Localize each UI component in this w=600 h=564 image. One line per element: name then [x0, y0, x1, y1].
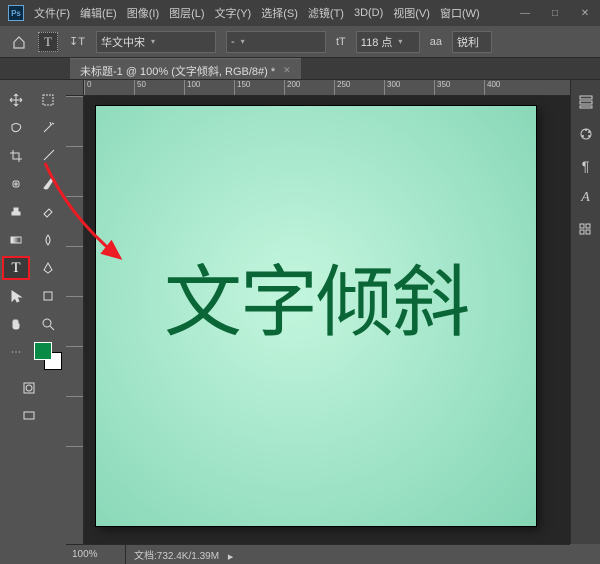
close-button[interactable]: ✕	[570, 0, 600, 26]
font-size-value: 118 点	[361, 34, 393, 50]
move-tool[interactable]	[2, 88, 30, 112]
ruler-tick: 250	[334, 80, 384, 95]
text-layer[interactable]: 文字倾斜	[164, 240, 468, 352]
screen-mode-tool[interactable]	[15, 404, 43, 428]
maximize-button[interactable]: □	[540, 0, 570, 26]
anti-alias-dropdown[interactable]: 锐利	[452, 31, 492, 53]
magic-wand-tool[interactable]	[34, 116, 62, 140]
eyedropper-tool[interactable]	[34, 144, 62, 168]
type-tool[interactable]: T	[2, 256, 30, 280]
menu-window[interactable]: 窗口(W)	[440, 5, 480, 21]
ruler-tick: 150	[234, 80, 284, 95]
chevron-down-icon: ▾	[398, 37, 402, 46]
ruler-tick: 400	[484, 80, 534, 95]
minimize-button[interactable]: —	[510, 0, 540, 26]
menu-view[interactable]: 视图(V)	[393, 5, 430, 21]
ruler-tick: 300	[384, 80, 434, 95]
pen-tool[interactable]	[34, 256, 62, 280]
ruler-origin	[66, 80, 84, 96]
document-tab-title: 未标题-1 @ 100% (文字倾斜, RGB/8#) *	[80, 63, 275, 79]
ruler-tick: 50	[134, 80, 184, 95]
zoom-level[interactable]: 100%	[66, 545, 126, 564]
swatches-panel-icon[interactable]	[576, 220, 596, 240]
type-tool-preset[interactable]: T	[38, 32, 58, 52]
toolbox: T ⋯	[0, 80, 66, 544]
canvas-area: 0 50 100 150 200 250 300 350 400 文字倾斜	[66, 80, 570, 544]
edit-toolbar[interactable]: ⋯	[2, 340, 30, 364]
font-family-dropdown[interactable]: 华文中宋 ▾	[96, 31, 216, 53]
lasso-tool[interactable]	[2, 116, 30, 140]
menu-filter[interactable]: 滤镜(T)	[308, 5, 344, 21]
menu-layer[interactable]: 图层(L)	[169, 5, 204, 21]
status-bar: 100% 文档:732.4K/1.39M ▶	[66, 544, 570, 564]
font-style-value: -	[231, 36, 235, 48]
color-swatches[interactable]	[34, 342, 62, 370]
vertical-ruler[interactable]	[66, 96, 84, 544]
toggle-orientation-icon[interactable]: ↧T	[68, 33, 86, 51]
window-controls: — □ ✕	[510, 0, 600, 26]
font-style-dropdown[interactable]: - ▾	[226, 31, 326, 53]
hand-tool[interactable]	[2, 312, 30, 336]
anti-alias-label: aa	[430, 36, 442, 48]
doc-info-label: 文档:	[134, 551, 157, 562]
healing-tool[interactable]	[2, 172, 30, 196]
ruler-tick: 0	[84, 80, 134, 95]
menu-image[interactable]: 图像(I)	[127, 5, 159, 21]
font-size-icon: tT	[336, 36, 346, 48]
path-select-tool[interactable]	[2, 284, 30, 308]
menu-type[interactable]: 文字(Y)	[215, 5, 252, 21]
shape-tool[interactable]	[34, 284, 62, 308]
quick-mask-tool[interactable]	[15, 376, 43, 400]
chevron-down-icon: ▾	[151, 37, 155, 46]
gradient-tool[interactable]	[2, 228, 30, 252]
character-panel-icon[interactable]: A	[576, 188, 596, 208]
doc-info-value: 732.4K/1.39M	[157, 551, 219, 562]
document-canvas[interactable]: 文字倾斜	[96, 106, 536, 526]
color-panel-icon[interactable]	[576, 124, 596, 144]
ruler-tick: 200	[284, 80, 334, 95]
marquee-tool[interactable]	[34, 88, 62, 112]
paragraph-panel-icon[interactable]: ¶	[576, 156, 596, 176]
close-icon[interactable]: ✕	[283, 65, 291, 76]
brush-tool[interactable]	[34, 172, 62, 196]
chevron-down-icon: ▾	[241, 37, 245, 46]
stamp-tool[interactable]	[2, 200, 30, 224]
ruler-tick: 350	[434, 80, 484, 95]
eraser-tool[interactable]	[34, 200, 62, 224]
menu-edit[interactable]: 编辑(E)	[80, 5, 117, 21]
menu-3d[interactable]: 3D(D)	[354, 7, 383, 19]
ruler-tick: 100	[184, 80, 234, 95]
right-panel-dock: ¶ A	[570, 80, 600, 544]
blur-tool[interactable]	[34, 228, 62, 252]
workspace: T ⋯ 0 50 100 150 200 250 300 350 400	[0, 80, 600, 544]
app-logo: Ps	[8, 5, 24, 21]
crop-tool[interactable]	[2, 144, 30, 168]
home-icon[interactable]	[10, 33, 28, 51]
zoom-tool[interactable]	[34, 312, 62, 336]
menu-file[interactable]: 文件(F)	[34, 5, 70, 21]
font-family-value: 华文中宋	[101, 34, 145, 50]
anti-alias-value: 锐利	[457, 34, 479, 50]
document-tab[interactable]: 未标题-1 @ 100% (文字倾斜, RGB/8#) * ✕	[70, 58, 301, 79]
menu-select[interactable]: 选择(S)	[261, 5, 298, 21]
chevron-right-icon: ▶	[228, 554, 233, 561]
options-bar: T ↧T 华文中宋 ▾ - ▾ tT 118 点 ▾ aa 锐利	[0, 26, 600, 58]
document-info[interactable]: 文档:732.4K/1.39M ▶	[126, 547, 233, 562]
foreground-color-swatch[interactable]	[34, 342, 52, 360]
horizontal-ruler[interactable]: 0 50 100 150 200 250 300 350 400	[84, 80, 570, 96]
document-tab-bar: 未标题-1 @ 100% (文字倾斜, RGB/8#) * ✕	[0, 58, 600, 80]
font-size-dropdown[interactable]: 118 点 ▾	[356, 31, 420, 53]
history-panel-icon[interactable]	[576, 92, 596, 112]
menu-bar: Ps 文件(F) 编辑(E) 图像(I) 图层(L) 文字(Y) 选择(S) 滤…	[0, 0, 600, 26]
